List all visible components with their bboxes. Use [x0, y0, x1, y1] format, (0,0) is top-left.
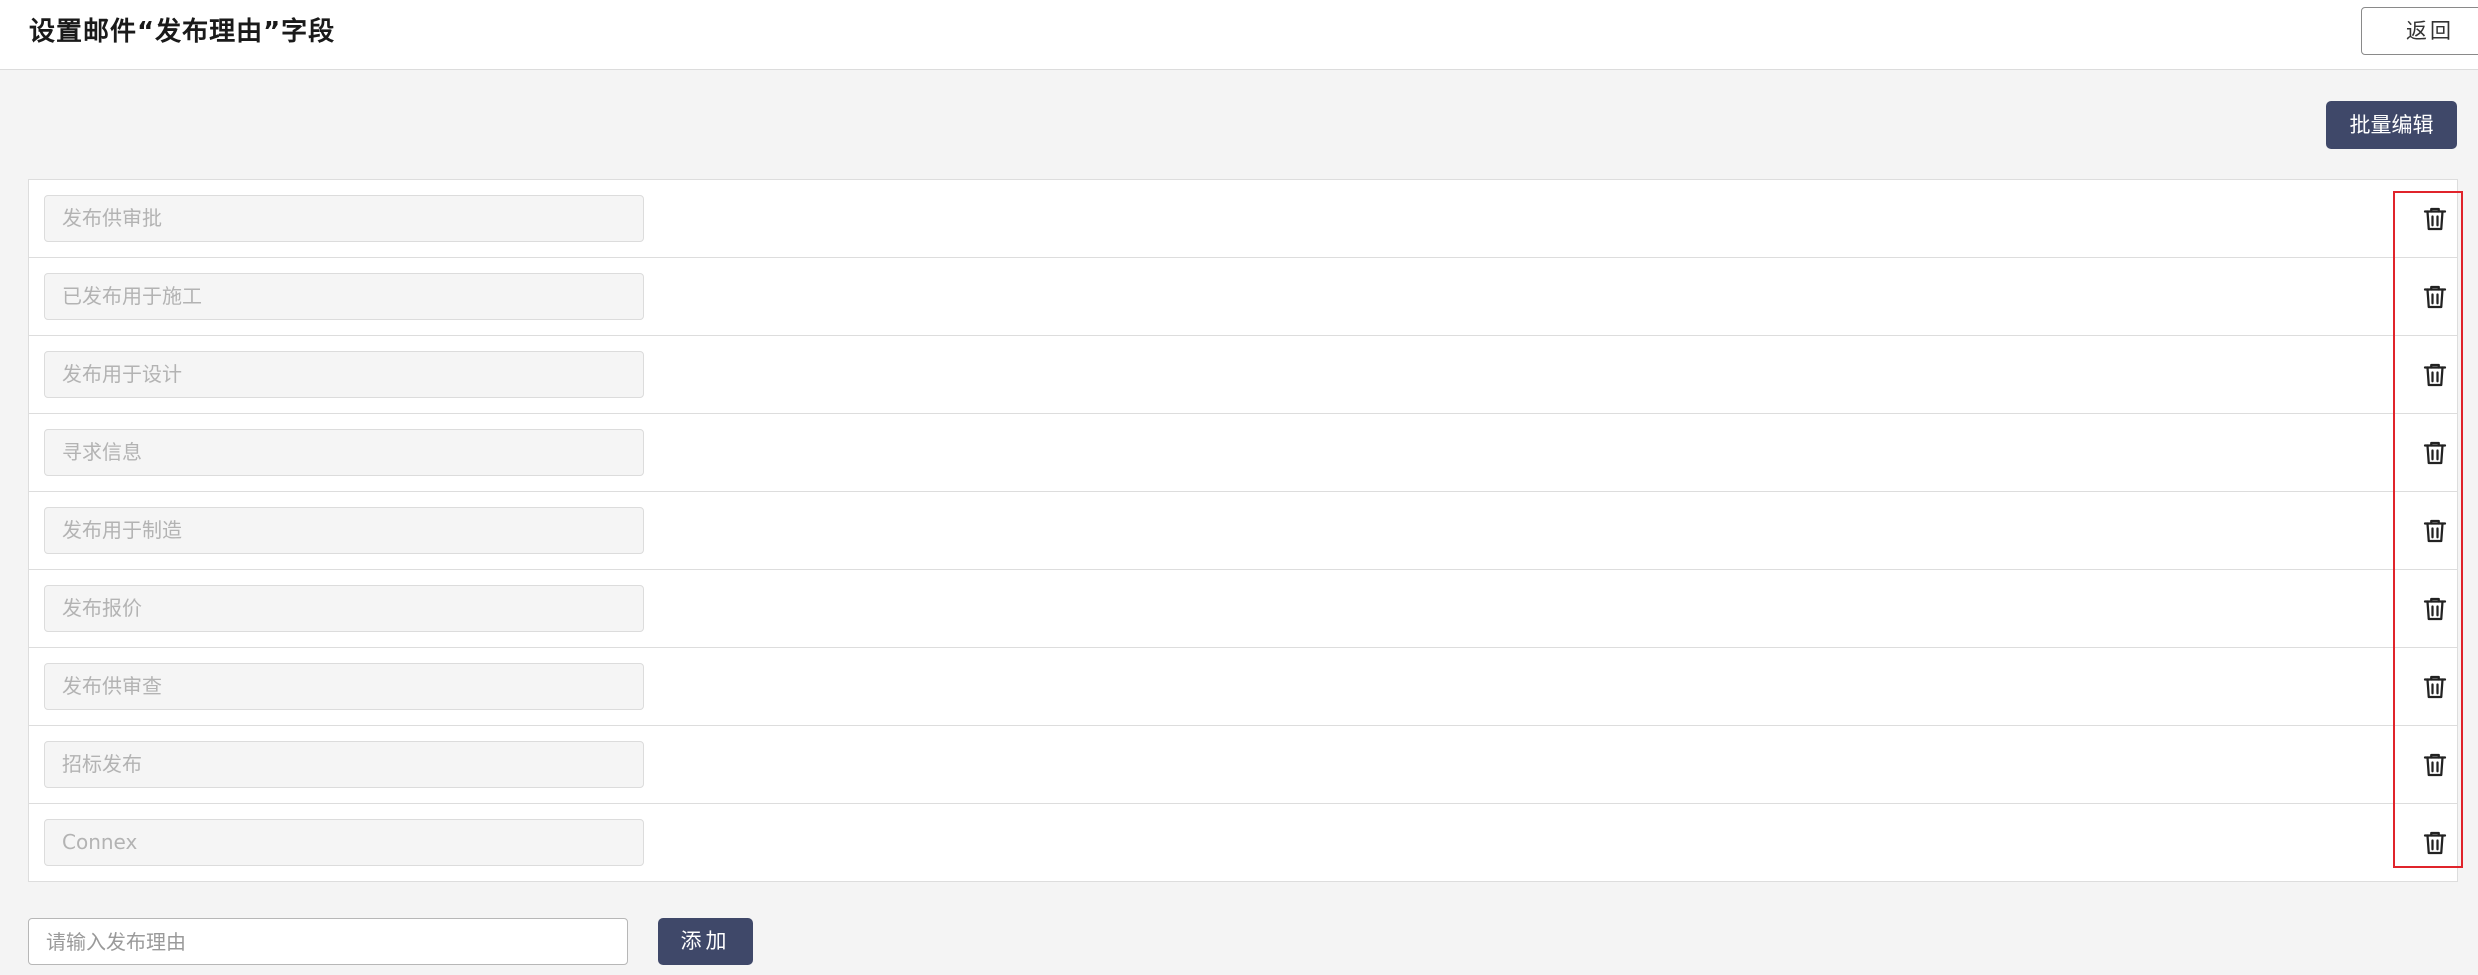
list-item: 招标发布 [29, 726, 2457, 804]
reason-field[interactable]: 发布供审批 [44, 195, 644, 242]
list-item: Connex [29, 804, 2457, 882]
reason-field[interactable]: 寻求信息 [44, 429, 644, 476]
trash-icon[interactable] [2420, 438, 2450, 468]
trash-icon[interactable] [2420, 750, 2450, 780]
reason-input[interactable] [28, 918, 628, 965]
page-header: 设置邮件“发布理由”字段 返回 [0, 0, 2478, 70]
add-button[interactable]: 添加 [658, 918, 753, 965]
back-button[interactable]: 返回 [2361, 7, 2478, 55]
list-item: 发布用于制造 [29, 492, 2457, 570]
reason-field[interactable]: 发布用于制造 [44, 507, 644, 554]
reason-field[interactable]: 已发布用于施工 [44, 273, 644, 320]
reason-field[interactable]: 发布供审查 [44, 663, 644, 710]
list-item: 发布供审查 [29, 648, 2457, 726]
list-item: 寻求信息 [29, 414, 2457, 492]
page-title: 设置邮件“发布理由”字段 [29, 17, 336, 47]
trash-icon[interactable] [2420, 594, 2450, 624]
trash-icon[interactable] [2420, 672, 2450, 702]
reason-list: 发布供审批 已发布用于施工 发布用于设计 寻求信息 发布用于制造 发布报价 发布… [28, 179, 2458, 882]
list-item: 发布报价 [29, 570, 2457, 648]
trash-icon[interactable] [2420, 204, 2450, 234]
trash-icon[interactable] [2420, 828, 2450, 858]
trash-icon[interactable] [2420, 516, 2450, 546]
reason-field[interactable]: 招标发布 [44, 741, 644, 788]
list-item: 发布供审批 [29, 180, 2457, 258]
list-item: 发布用于设计 [29, 336, 2457, 414]
trash-icon[interactable] [2420, 282, 2450, 312]
list-item: 已发布用于施工 [29, 258, 2457, 336]
trash-icon[interactable] [2420, 360, 2450, 390]
reason-field[interactable]: 发布用于设计 [44, 351, 644, 398]
batch-edit-button[interactable]: 批量编辑 [2326, 101, 2457, 149]
reason-field[interactable]: Connex [44, 819, 644, 866]
reason-field[interactable]: 发布报价 [44, 585, 644, 632]
